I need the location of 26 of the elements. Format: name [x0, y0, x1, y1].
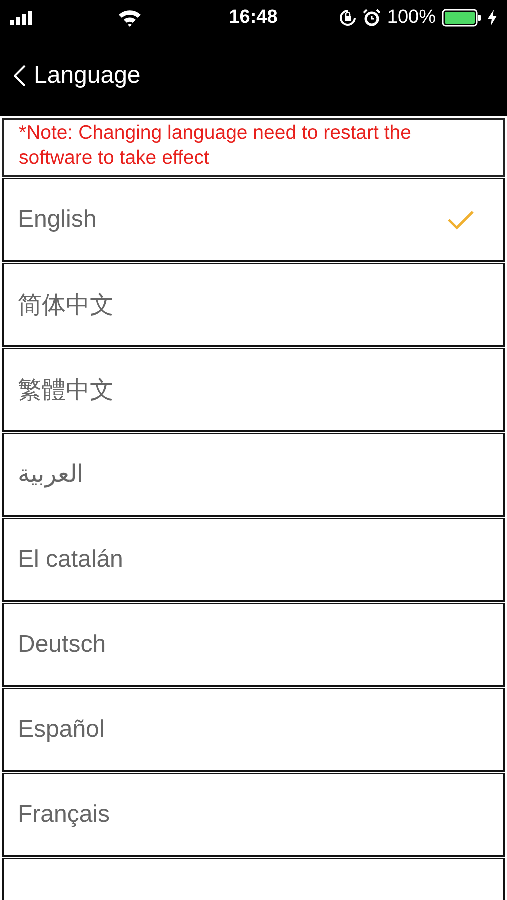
- language-row[interactable]: English: [2, 178, 505, 262]
- rotation-lock-icon: [339, 9, 358, 27]
- chevron-left-icon: [14, 65, 26, 87]
- language-label: 繁體中文: [18, 376, 114, 406]
- language-label: El catalán: [18, 546, 124, 574]
- language-label: Deutsch: [18, 630, 106, 658]
- language-row[interactable]: العربية: [2, 433, 505, 517]
- alarm-icon: [363, 9, 382, 27]
- charging-bolt-icon: [488, 10, 497, 26]
- wifi-icon: [118, 9, 142, 27]
- battery-icon: [442, 9, 482, 27]
- status-time: 16:48: [229, 7, 278, 29]
- restart-note: *Note: Changing language need to restart the software to take effect: [2, 118, 505, 177]
- language-label: العربية: [18, 460, 84, 489]
- language-row[interactable]: 繁體中文: [2, 348, 505, 432]
- language-label: English: [18, 206, 97, 234]
- language-label: Français: [18, 800, 110, 828]
- language-row[interactable]: El catalán: [2, 518, 505, 602]
- back-button[interactable]: Language: [14, 62, 141, 90]
- language-row[interactable]: Español: [2, 688, 505, 772]
- language-row[interactable]: Français: [2, 773, 505, 857]
- language-row[interactable]: Deutsch: [2, 603, 505, 687]
- battery-percent: 100%: [387, 7, 436, 29]
- language-label: 简体中文: [18, 290, 114, 320]
- language-label: Español: [18, 716, 105, 744]
- language-row[interactable]: 简体中文: [2, 263, 505, 347]
